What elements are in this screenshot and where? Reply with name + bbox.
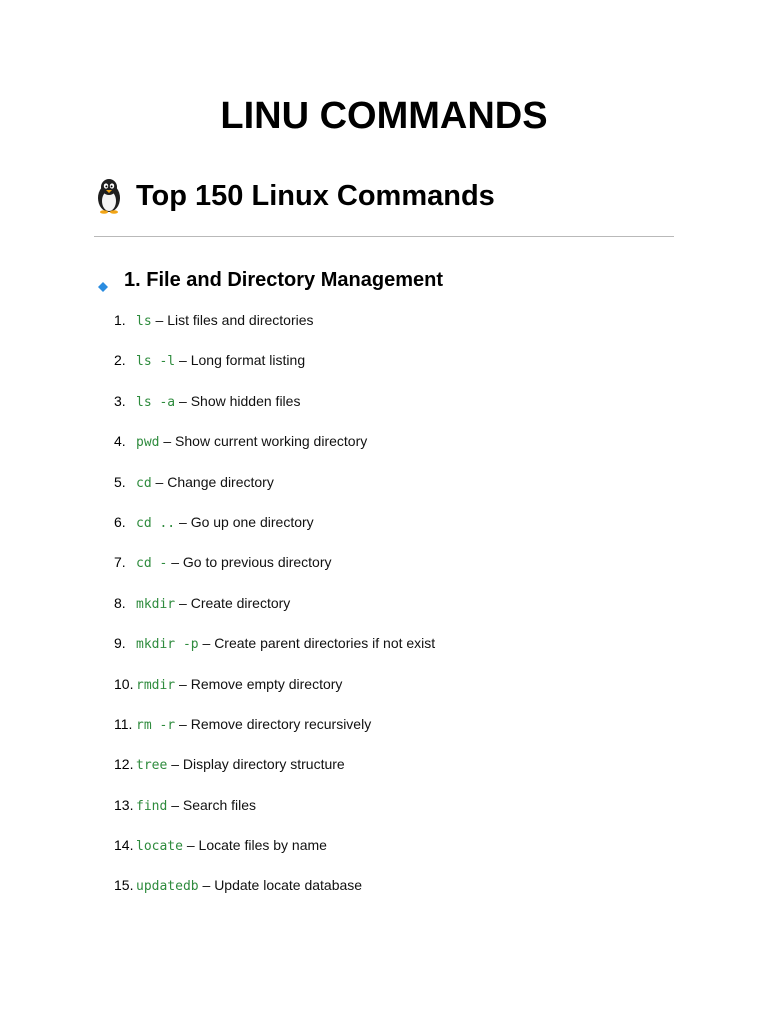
subtitle-heading: Top 150 Linux Commands [94,176,495,216]
list-item: 13. find – Search files [0,794,768,834]
command-description: – Show current working directory [163,433,368,450]
command-code: ls -l [136,354,176,370]
list-item-body: cd – Change directory [136,471,274,495]
command-description: – Show hidden files [179,392,301,409]
list-item-body: cd .. – Go up one directory [136,511,314,535]
command-code: cd [136,475,152,491]
command-description: – Change directory [155,473,274,490]
list-item-number: 15. [114,877,134,894]
command-description: – Create parent directories if not exist [202,635,436,652]
list-item-body: ls -l – Long format listing [136,349,305,373]
list-item: 3. ls -a – Show hidden files [0,390,768,430]
subtitle-text: Top 150 Linux Commands [136,180,495,212]
list-item: 14. locate – Locate files by name [0,834,768,874]
list-item-number: 10. [114,675,134,692]
command-code: tree [136,758,168,774]
list-item-number: 9. [114,635,126,652]
command-description: – Locate files by name [186,837,327,854]
list-item: 9. mkdir -p – Create parent directories i… [0,632,768,672]
list-item: 2. ls -l – Long format listing [0,349,768,389]
list-item: 5. cd – Change directory [0,471,768,511]
list-item-body: find – Search files [136,794,256,818]
command-code: pwd [136,435,160,451]
list-item-body: mkdir – Create directory [136,592,290,616]
list-item-body: ls – List files and directories [136,309,314,333]
list-item: 15. updatedb – Update locate database [0,874,768,914]
command-code: rmdir [136,677,176,693]
command-code: locate [136,839,183,855]
command-description: – Remove directory recursively [179,715,372,732]
command-description: – Go up one directory [179,513,314,530]
list-item-number: 11. [114,715,133,732]
list-item-number: 13. [114,796,134,813]
list-item-number: 5. [114,473,126,490]
list-item-body: cd - – Go to previous directory [136,551,332,575]
list-item: 8. mkdir – Create directory [0,592,768,632]
list-item-number: 7. [114,554,126,571]
command-description: – Display directory structure [171,756,345,773]
list-item-body: locate – Locate files by name [136,834,327,858]
command-description: – Long format listing [179,352,306,369]
list-item-number: 12. [114,756,134,773]
list-item-number: 4. [114,433,126,450]
command-code: updatedb [136,879,199,895]
list-item: 10. rmdir – Remove empty directory [0,673,768,713]
list-item: 7. cd - – Go to previous directory [0,551,768,591]
list-item-number: 14. [114,837,134,854]
list-item-body: rm -r – Remove directory recursively [136,713,371,737]
command-code: rm -r [136,717,176,733]
list-item-number: 3. [114,392,126,409]
list-item-number: 1. [114,312,126,328]
command-code: mkdir [136,596,176,612]
list-item-body: tree – Display directory structure [136,753,345,777]
command-code: ls [136,314,152,329]
command-description: – Create directory [179,594,291,611]
list-item-body: rmdir – Remove empty directory [136,673,342,697]
command-code: find [136,798,168,814]
list-item: 12. tree – Display directory structure [0,753,768,793]
list-item: 11. rm -r – Remove directory recursively [0,713,768,753]
list-item-number: 2. [114,352,126,369]
command-code: cd - [136,556,168,572]
list-item-body: mkdir -p – Create parent directories if … [136,632,435,656]
section-heading-text: 1. File and Directory Management [124,269,443,291]
document-title: LINU COMMANDS [220,95,548,137]
list-item: 6. cd .. – Go up one directory [0,511,768,551]
command-description: – Go to previous directory [171,554,332,571]
command-list: 1. ls – List files and directories 2. ls -l… [0,309,768,915]
command-description: – Update locate database [202,877,363,894]
list-item-body: ls -a – Show hidden files [136,390,300,414]
penguin-icon [94,178,124,214]
list-item: 1. ls – List files and directories [0,309,768,349]
list-item-number: 6. [114,513,126,530]
command-code: ls -a [136,394,176,410]
command-description: – Search files [171,796,257,813]
command-description: – List files and directories [155,312,314,328]
command-description: – Remove empty directory [179,675,343,692]
command-code: cd .. [136,515,176,531]
list-item-body: pwd – Show current working directory [136,430,367,454]
list-item-body: updatedb – Update locate database [136,874,362,898]
blue-diamond-icon [98,275,108,292]
section-heading: 1. File and Directory Management [98,266,443,294]
command-code: mkdir -p [136,637,199,653]
list-item-number: 8. [114,594,126,611]
list-item: 4. pwd – Show current working directory [0,430,768,470]
section-divider [94,236,674,237]
